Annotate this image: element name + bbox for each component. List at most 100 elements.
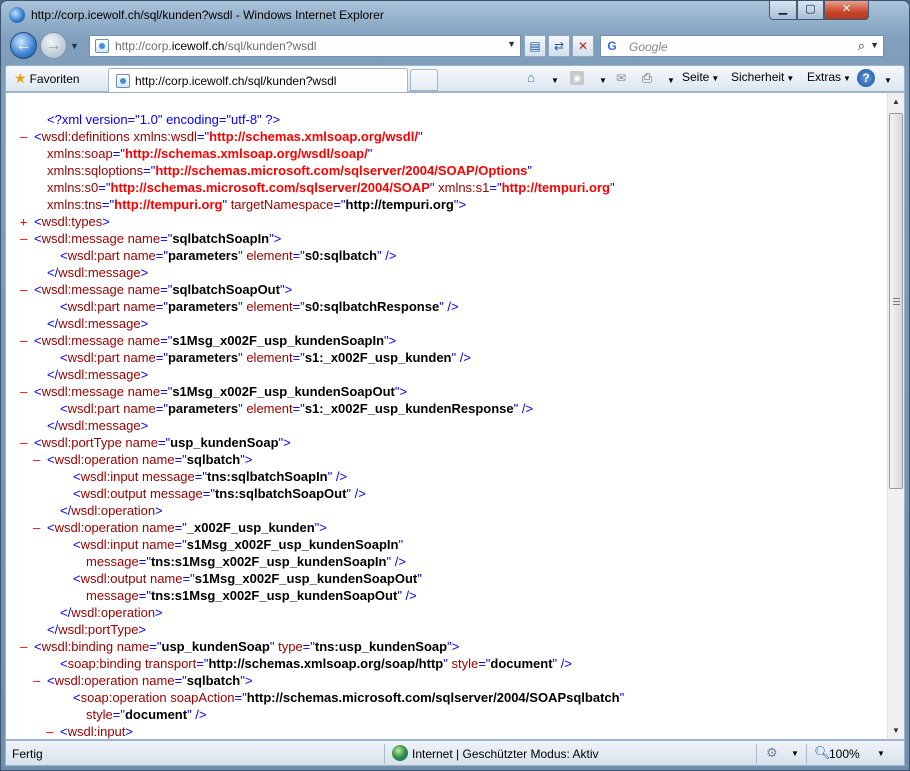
xml-token: ="	[98, 180, 111, 195]
mail-icon[interactable]: ✉	[612, 69, 630, 87]
tab-active[interactable]: http://corp.icewolf.ch/sql/kunden?wsdl	[108, 68, 408, 93]
address-bar[interactable]: http://corp.icewolf.ch/sql/kunden?wsdl ▼	[89, 35, 521, 57]
new-tab-button[interactable]	[410, 69, 438, 91]
collapse-toggle[interactable]: –	[33, 452, 47, 469]
collapse-toggle[interactable]: –	[20, 384, 34, 401]
xml-token: ="	[112, 146, 125, 161]
xml-token: wsdl:input	[80, 537, 139, 552]
xml-token: ="	[292, 350, 305, 365]
xml-token: ="	[160, 282, 173, 297]
search-icon[interactable]: ⌕	[858, 38, 865, 54]
xml-line: </wsdl:message>	[33, 417, 148, 434]
protected-mode-icon[interactable]: ⚙	[766, 745, 778, 761]
stop-button[interactable]: ✕	[572, 35, 594, 57]
collapse-toggle[interactable]: –	[20, 231, 34, 248]
collapse-toggle[interactable]: –	[20, 129, 34, 146]
xml-token: >	[140, 367, 149, 382]
forward-button[interactable]: →	[40, 32, 67, 59]
ie-logo-icon	[9, 7, 25, 23]
collapse-toggle[interactable]: –	[20, 333, 34, 350]
xml-token: >	[138, 622, 147, 637]
search-input[interactable]: Google	[629, 40, 668, 54]
xml-line[interactable]: + <wsdl:types>	[20, 213, 110, 230]
status-bar: Fertig Internet | Geschützter Modus: Akt…	[5, 740, 905, 766]
xml-token: ">	[269, 231, 282, 246]
xml-line[interactable]: – <wsdl:message name="sqlbatchSoapIn">	[20, 230, 281, 247]
xml-token: ="	[182, 571, 195, 586]
back-button[interactable]: ←	[10, 32, 37, 59]
vertical-scrollbar[interactable]: ▲ ▼	[887, 93, 904, 739]
help-icon[interactable]: ?	[857, 69, 875, 87]
maximize-button[interactable]: ▢	[797, 1, 824, 20]
xml-line[interactable]: – <wsdl:operation name="_x002F_usp_kunden…	[33, 519, 327, 536]
xml-line[interactable]: – <wsdl:binding name="usp_kundenSoap" typ…	[20, 638, 459, 655]
refresh-button[interactable]: ⇄	[548, 35, 570, 57]
xml-token: wsdl:operation	[54, 673, 139, 688]
xml-line[interactable]: – <wsdl:message name="s1Msg_x002F_usp_kun…	[20, 383, 407, 400]
xml-token: wsdl:message	[41, 384, 124, 399]
zoom-level[interactable]: 100%	[829, 747, 860, 761]
print-dropdown-icon[interactable]: ▼	[662, 72, 680, 90]
minimize-button[interactable]: ▁	[769, 1, 797, 20]
xml-line: xmlns:s0="http://schemas.microsoft.com/s…	[33, 179, 615, 196]
xml-token: "	[609, 180, 615, 195]
xml-token: wsdl:message	[41, 333, 124, 348]
recent-pages-dropdown-icon[interactable]: ▼	[70, 41, 79, 51]
xml-token: "	[398, 537, 404, 552]
page-menu[interactable]: Seite ▼	[682, 70, 719, 84]
xml-token: <?xml version="1.0" encoding="utf-8" ?>	[47, 112, 281, 127]
expand-toggle[interactable]: +	[20, 214, 34, 231]
xml-line: xmlns:sqloptions="http://schemas.microso…	[33, 162, 532, 179]
address-dropdown-icon[interactable]: ▼	[507, 39, 516, 49]
search-box[interactable]: G Google ⌕ ▼	[600, 35, 884, 57]
xml-token: ="	[160, 384, 173, 399]
xml-token: >	[125, 724, 133, 739]
xml-token: xmlns:wsdl	[129, 129, 197, 144]
xml-line[interactable]: – <wsdl:operation name="sqlbatch">	[33, 451, 252, 468]
protected-mode-dropdown-icon[interactable]: ▼	[791, 749, 799, 758]
tab-label: http://corp.icewolf.ch/sql/kunden?wsdl	[135, 74, 337, 88]
collapse-toggle[interactable]: –	[20, 282, 34, 299]
safety-menu[interactable]: Sicherheit ▼	[731, 70, 794, 84]
xml-token: " />	[439, 299, 459, 314]
xml-token: transport	[141, 656, 197, 671]
xml-token: tns:s1Msg_x002F_usp_kundenSoapIn	[150, 554, 387, 569]
favorites-button[interactable]: ★ Favoriten	[14, 70, 80, 87]
close-button[interactable]: ✕	[824, 1, 869, 20]
xml-token: wsdl:portType	[58, 622, 139, 637]
scroll-down-icon[interactable]: ▼	[888, 722, 904, 739]
xml-line[interactable]: – <wsdl:portType name="usp_kundenSoap">	[20, 434, 291, 451]
collapse-toggle[interactable]: –	[46, 724, 60, 739]
address-url[interactable]: http://corp.icewolf.ch/sql/kunden?wsdl	[115, 39, 316, 53]
security-zone-text[interactable]: Internet | Geschützter Modus: Aktiv	[412, 747, 599, 761]
scroll-up-icon[interactable]: ▲	[888, 93, 904, 110]
feeds-dropdown-icon[interactable]: ▼	[594, 72, 612, 90]
compatibility-view-button[interactable]: ▤	[524, 35, 546, 57]
xml-line[interactable]: – <wsdl:definitions xmlns:wsdl="http://sc…	[20, 128, 423, 145]
xml-token: </	[47, 418, 59, 433]
collapse-toggle[interactable]: –	[20, 435, 34, 452]
collapse-toggle[interactable]: –	[20, 639, 34, 656]
zoom-dropdown-icon[interactable]: ▼	[877, 749, 885, 758]
collapse-toggle[interactable]: –	[33, 673, 47, 690]
feeds-icon[interactable]: ◉	[570, 71, 584, 85]
search-options-dropdown-icon[interactable]: ▼	[870, 40, 879, 50]
window-title: http://corp.icewolf.ch/sql/kunden?wsdl -…	[31, 8, 384, 22]
home-dropdown-icon[interactable]: ▼	[546, 72, 564, 90]
tools-menu[interactable]: Extras ▼	[807, 70, 851, 84]
xml-line[interactable]: – <wsdl:operation name="sqlbatch">	[33, 672, 252, 689]
xml-token: name	[138, 673, 175, 688]
xml-line[interactable]: – <wsdl:message name="sqlbatchSoapOut">	[20, 281, 292, 298]
xml-line[interactable]: – <wsdl:input>	[46, 723, 133, 739]
scrollbar-thumb[interactable]	[889, 113, 903, 489]
status-divider	[756, 744, 757, 764]
xml-line[interactable]: – <wsdl:message name="s1Msg_x002F_usp_kun…	[20, 332, 396, 349]
xml-token: ="	[174, 520, 187, 535]
xml-token: >	[140, 418, 149, 433]
xml-token: <	[60, 248, 68, 263]
collapse-toggle[interactable]: –	[33, 520, 47, 537]
xml-token: s0:sqlbatch	[304, 248, 378, 263]
help-dropdown-icon[interactable]: ▼	[879, 72, 897, 90]
print-icon[interactable]: ⎙	[638, 69, 656, 87]
home-icon[interactable]: ⌂	[522, 69, 540, 87]
